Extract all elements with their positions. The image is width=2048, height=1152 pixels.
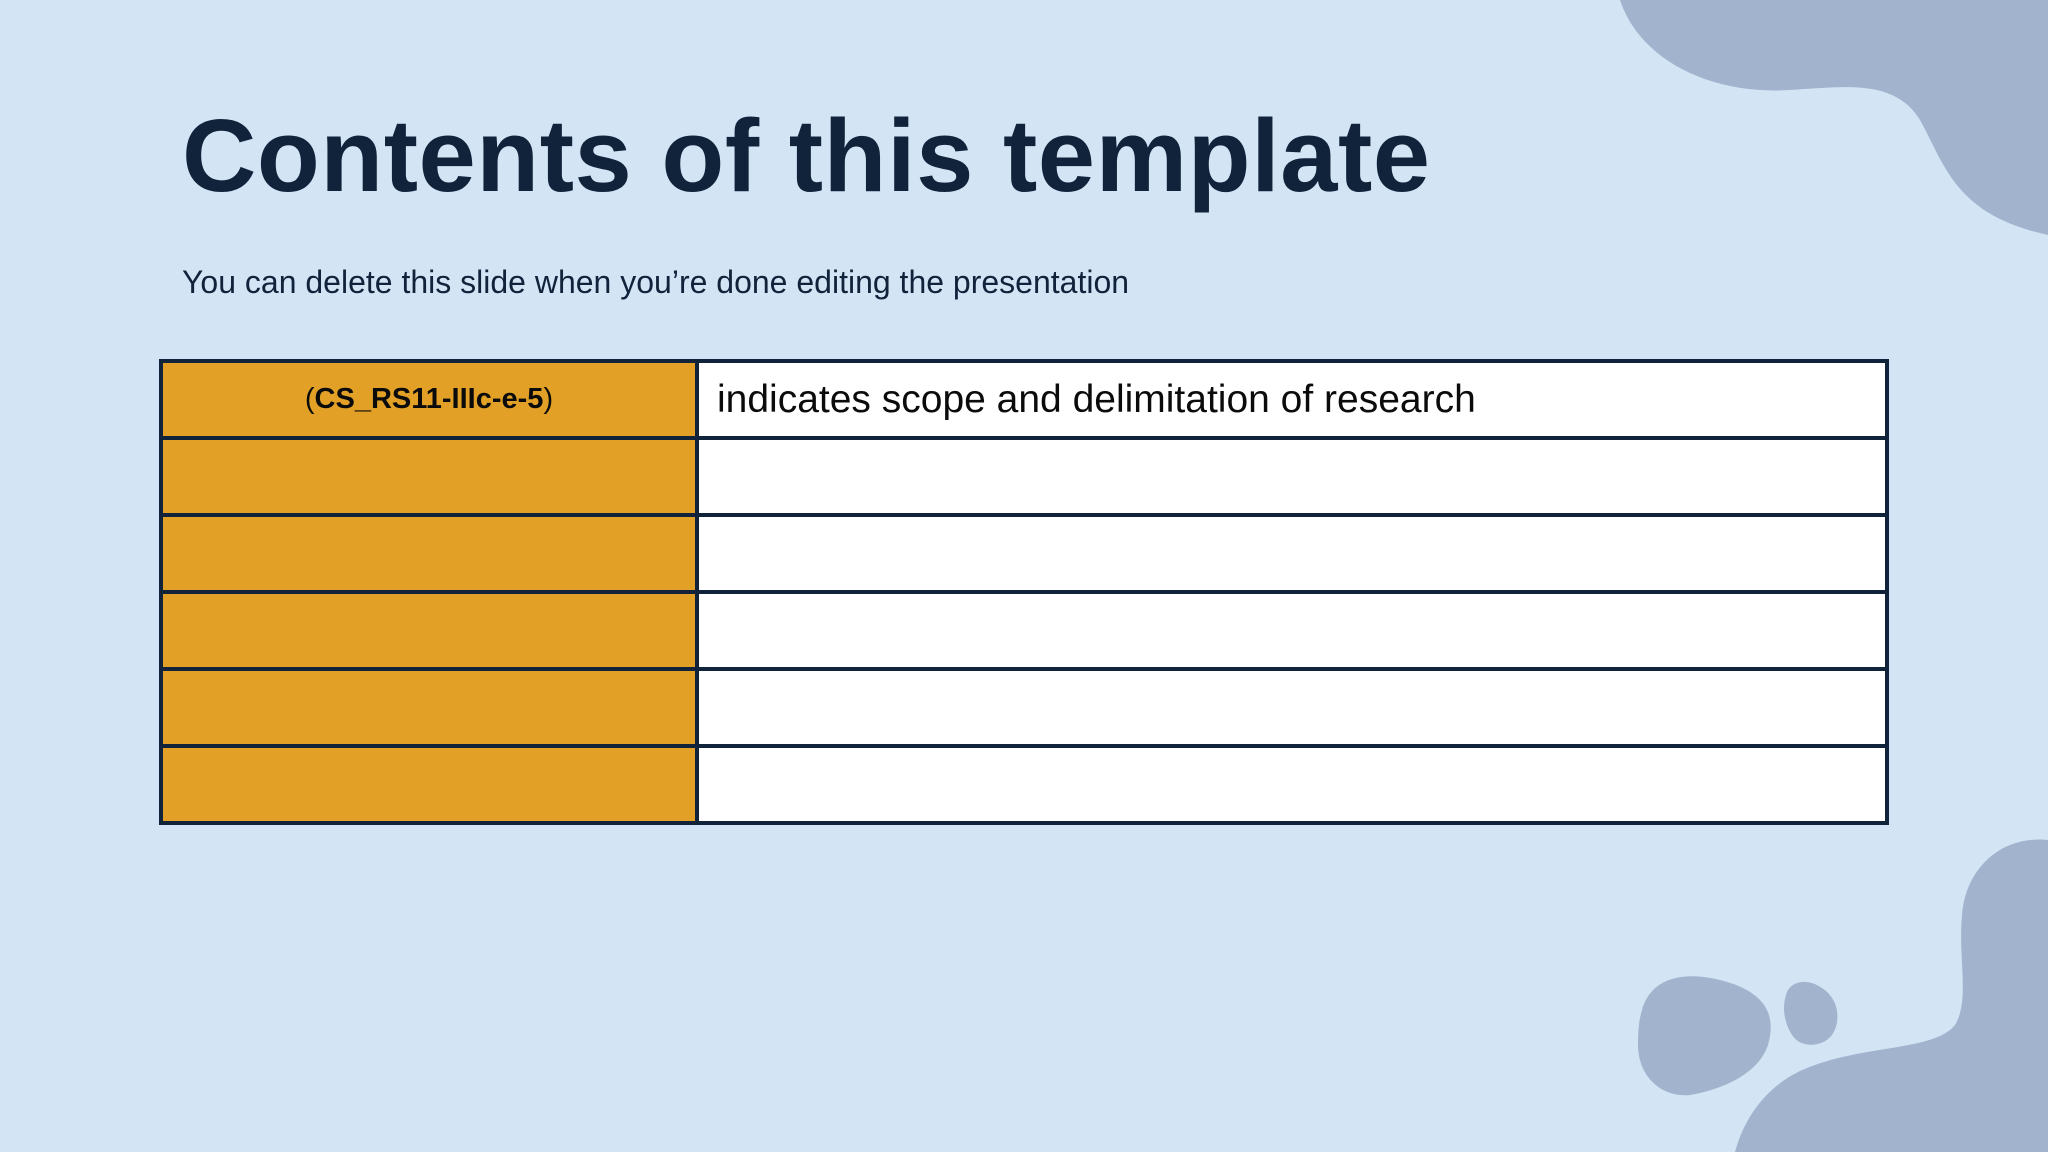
description-cell[interactable]	[695, 667, 1889, 748]
description-cell[interactable]	[695, 744, 1889, 825]
page-subtitle: You can delete this slide when you’re do…	[182, 264, 1130, 300]
code-cell[interactable]	[159, 513, 699, 594]
competency-code: CS_RS11-IIIc-e-5	[314, 383, 544, 415]
code-cell[interactable]: (CS_RS11-IIIc-e-5)	[159, 359, 699, 440]
code-cell[interactable]	[159, 436, 699, 517]
table-row	[159, 667, 1889, 748]
description-cell[interactable]	[695, 436, 1889, 517]
content-table: (CS_RS11-IIIc-e-5) indicates scope and d…	[159, 359, 1889, 825]
bottom-right-blob	[1735, 839, 2048, 1152]
bottom-right-pebble-small	[1784, 981, 1838, 1045]
table-row	[159, 513, 1889, 594]
table-row	[159, 590, 1889, 671]
table-row	[159, 436, 1889, 517]
table-row	[159, 744, 1889, 825]
page-title: Contents of this template	[182, 98, 1431, 213]
table-row: (CS_RS11-IIIc-e-5) indicates scope and d…	[159, 359, 1889, 440]
description-cell[interactable]	[695, 590, 1889, 671]
description-cell[interactable]: indicates scope and delimitation of rese…	[695, 359, 1889, 440]
code-cell[interactable]	[159, 590, 699, 671]
code-open-paren: (	[304, 383, 315, 415]
code-close-paren: )	[543, 383, 554, 415]
top-right-blob	[1620, 0, 2048, 235]
bottom-right-pebble-large	[1638, 976, 1771, 1096]
description-cell[interactable]	[695, 513, 1889, 594]
code-cell[interactable]	[159, 667, 699, 748]
slide: Contents of this template You can delete…	[0, 0, 2048, 1152]
code-cell[interactable]	[159, 744, 699, 825]
